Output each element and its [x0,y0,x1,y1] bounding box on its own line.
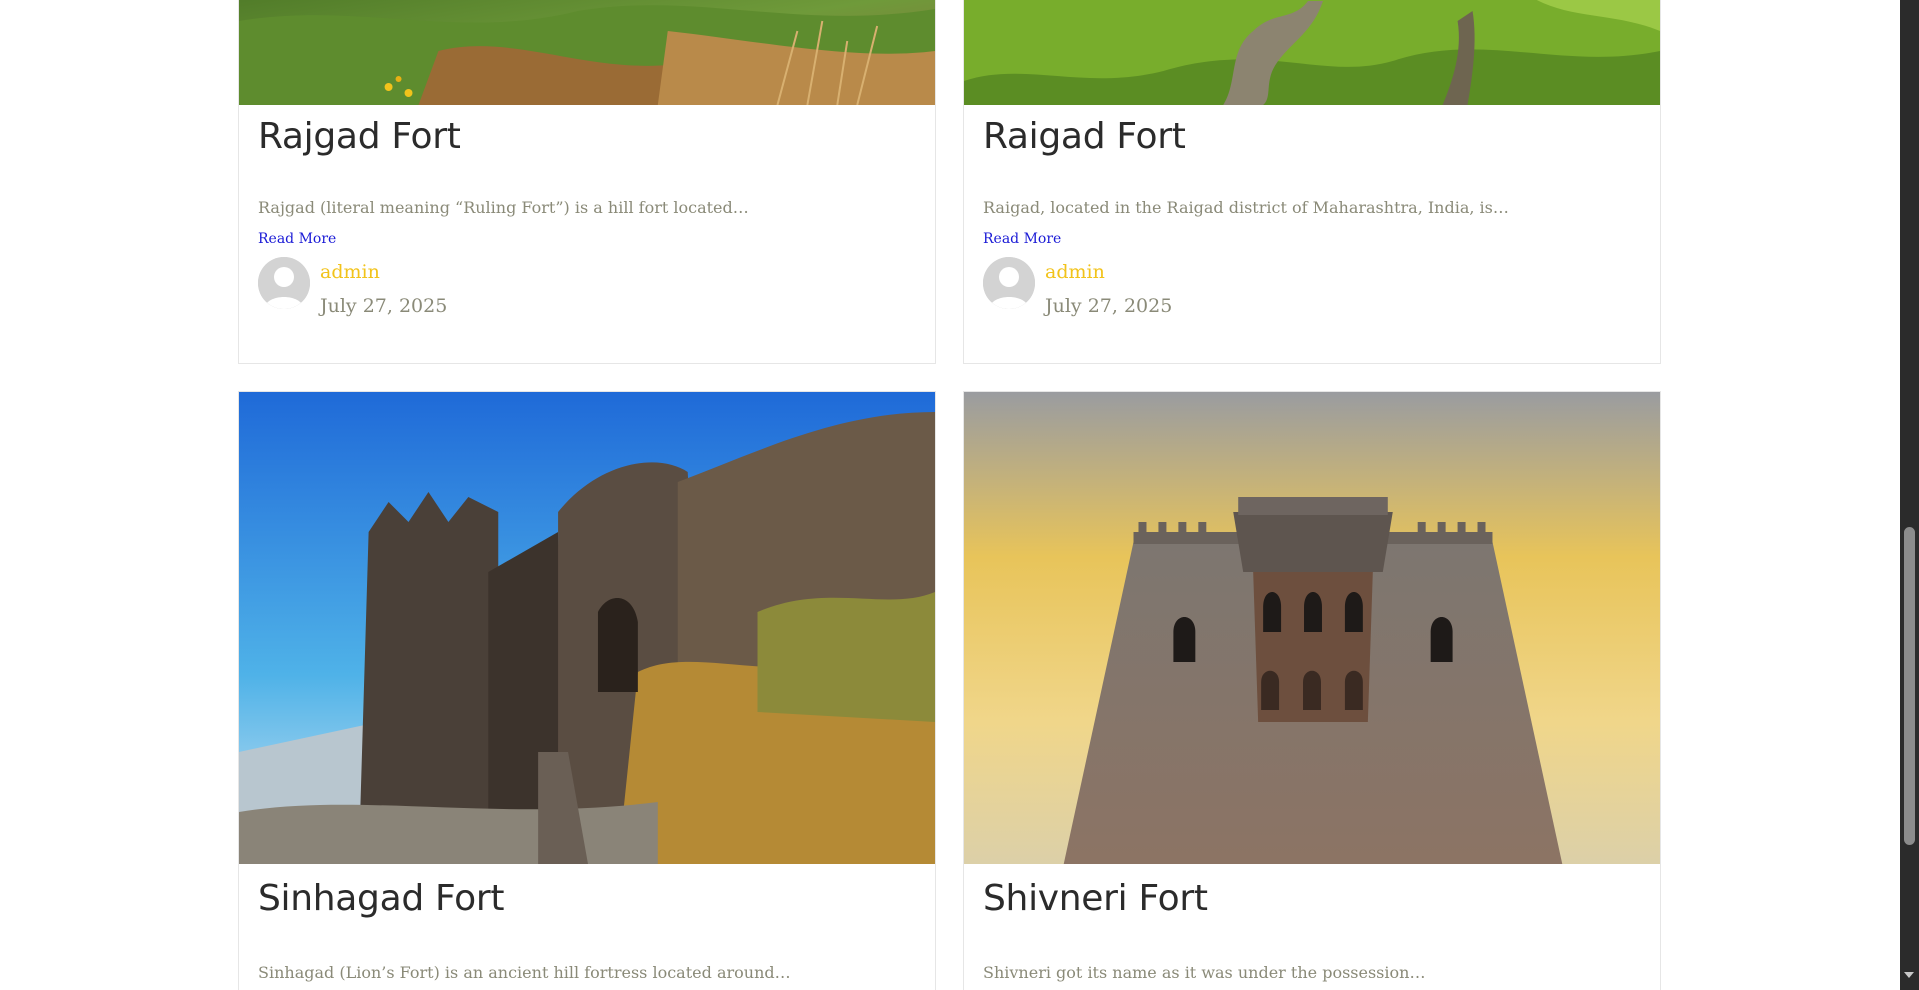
post-title[interactable]: Rajgad Fort [258,116,461,157]
post-excerpt: Shivneri got its name as it was under th… [983,963,1426,982]
author-link[interactable]: admin [1045,261,1105,283]
vertical-scrollbar[interactable] [1900,0,1919,990]
read-more-link[interactable]: Read More [258,231,336,247]
post-excerpt: Rajgad (literal meaning “Ruling Fort”) i… [258,198,749,217]
post-excerpt: Sinhagad (Lion’s Fort) is an ancient hil… [258,963,791,982]
post-date: July 27, 2025 [320,295,448,317]
scrollbar-thumb[interactable] [1904,527,1915,845]
author-link[interactable]: admin [320,261,380,283]
post-card-raigad: Raigad Fort Raigad, located in the Raiga… [963,0,1661,364]
post-thumbnail-shivneri[interactable] [964,392,1660,864]
post-thumbnail-raigad[interactable] [964,0,1660,105]
user-avatar-icon [983,257,1035,309]
read-more-link[interactable]: Read More [983,231,1061,247]
scroll-down-arrow-icon[interactable] [1904,972,1914,978]
author-avatar[interactable] [258,257,310,309]
post-title[interactable]: Raigad Fort [983,116,1186,157]
post-excerpt: Raigad, located in the Raigad district o… [983,198,1509,217]
post-card-rajgad: Rajgad Fort Rajgad (literal meaning “Rul… [238,0,936,364]
post-thumbnail-sinhagad[interactable] [239,392,935,864]
post-card-shivneri: Shivneri Fort Shivneri got its name as i… [963,391,1661,990]
post-card-sinhagad: Sinhagad Fort Sinhagad (Lion’s Fort) is … [238,391,936,990]
post-title[interactable]: Sinhagad Fort [258,878,505,919]
author-avatar[interactable] [983,257,1035,309]
blog-post-grid: Rajgad Fort Rajgad (literal meaning “Rul… [0,0,1900,990]
post-date: July 27, 2025 [1045,295,1173,317]
user-avatar-icon [258,257,310,309]
post-thumbnail-rajgad[interactable] [239,0,935,105]
post-title[interactable]: Shivneri Fort [983,878,1208,919]
